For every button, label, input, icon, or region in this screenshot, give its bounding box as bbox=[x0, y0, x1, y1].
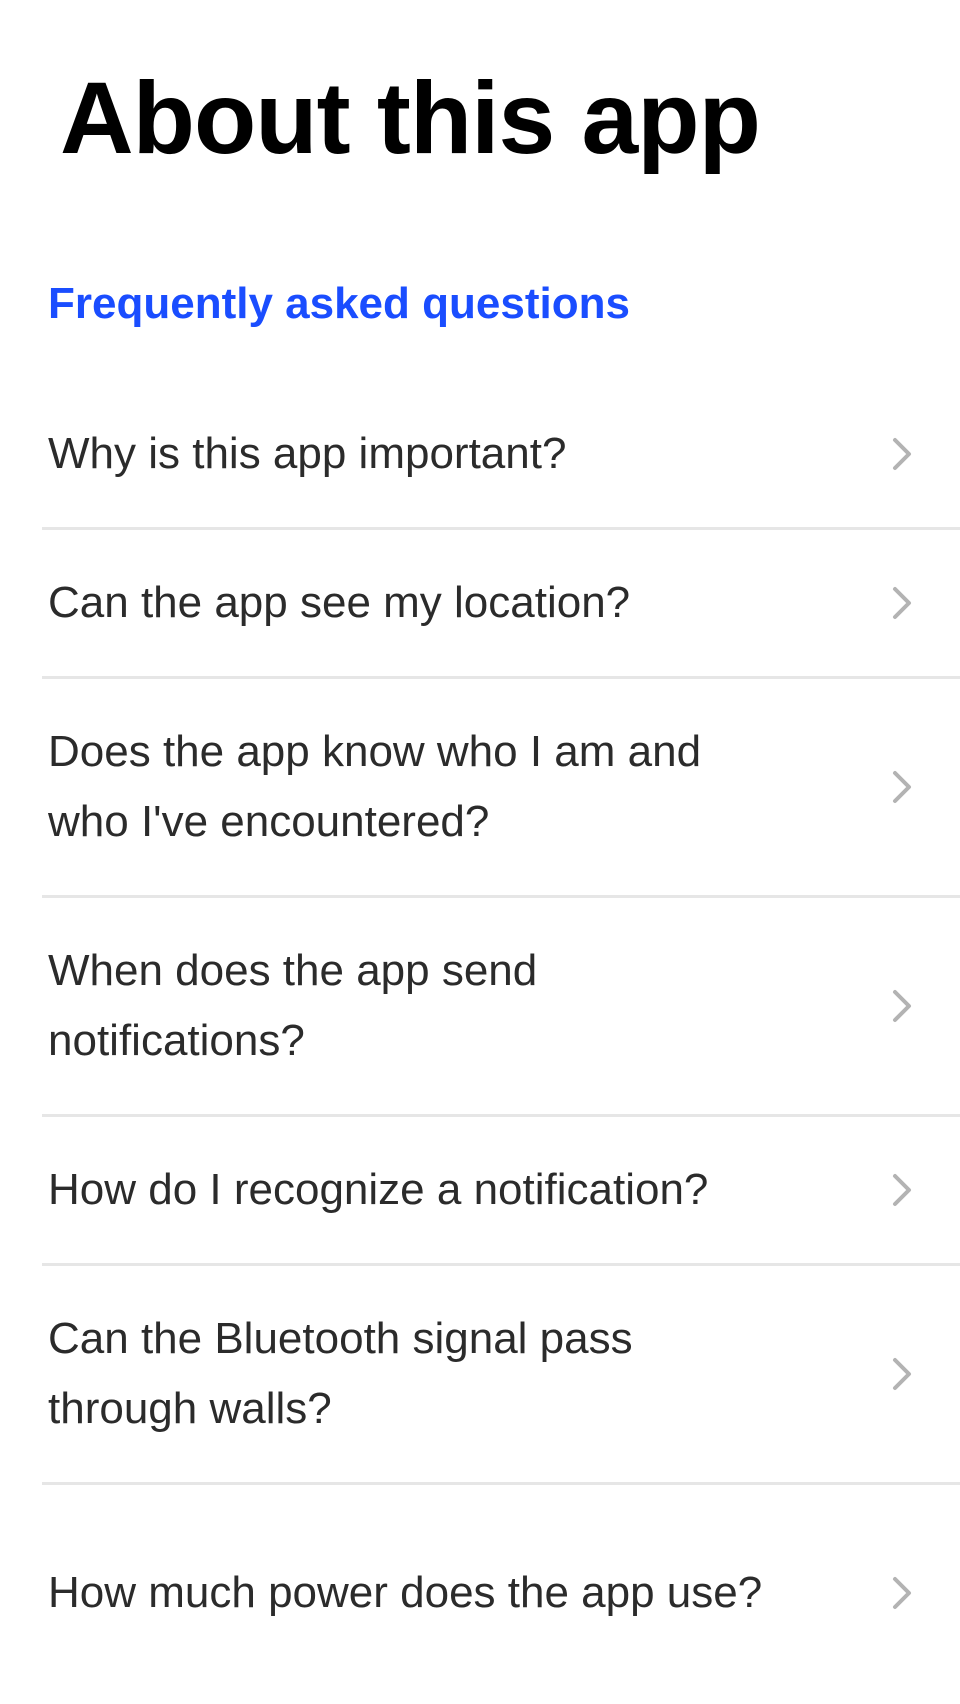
faq-item-recognize-notification[interactable]: How do I recognize a notification? bbox=[42, 1117, 960, 1266]
chevron-right-icon bbox=[882, 584, 920, 622]
faq-item-bluetooth-walls[interactable]: Can the Bluetooth signal pass through wa… bbox=[42, 1266, 960, 1485]
faq-list: Why is this app important? Can the app s… bbox=[0, 381, 960, 1628]
faq-item-power-usage[interactable]: How much power does the app use? bbox=[42, 1485, 960, 1628]
page-title: About this app bbox=[60, 61, 761, 175]
faq-item-label: When does the app send notifications? bbox=[48, 946, 538, 1065]
chevron-right-icon bbox=[882, 768, 920, 806]
faq-item-notifications-timing[interactable]: When does the app send notifications? bbox=[42, 898, 960, 1117]
faq-item-label: How do I recognize a notification? bbox=[48, 1165, 709, 1214]
faq-item-label: Can the app see my location? bbox=[48, 578, 631, 627]
chevron-right-icon bbox=[882, 987, 920, 1025]
faq-item-label: Does the app know who I am and who I've … bbox=[48, 727, 702, 846]
faq-item-label: Why is this app important? bbox=[48, 429, 567, 478]
faq-scroll-area[interactable]: Why is this app important? Can the app s… bbox=[0, 381, 960, 1628]
faq-item-label: How much power does the app use? bbox=[48, 1568, 763, 1617]
faq-item-identity[interactable]: Does the app know who I am and who I've … bbox=[42, 679, 960, 898]
faq-item-why-important[interactable]: Why is this app important? bbox=[42, 381, 960, 530]
faq-section-heading: Frequently asked questions bbox=[48, 279, 630, 328]
about-screen: About this app Frequently asked question… bbox=[0, 0, 960, 1704]
chevron-right-icon bbox=[882, 1355, 920, 1393]
chevron-right-icon bbox=[882, 1171, 920, 1209]
faq-item-location[interactable]: Can the app see my location? bbox=[42, 530, 960, 679]
chevron-right-icon bbox=[882, 435, 920, 473]
chevron-right-icon bbox=[882, 1574, 920, 1612]
faq-item-label: Can the Bluetooth signal pass through wa… bbox=[48, 1314, 633, 1433]
